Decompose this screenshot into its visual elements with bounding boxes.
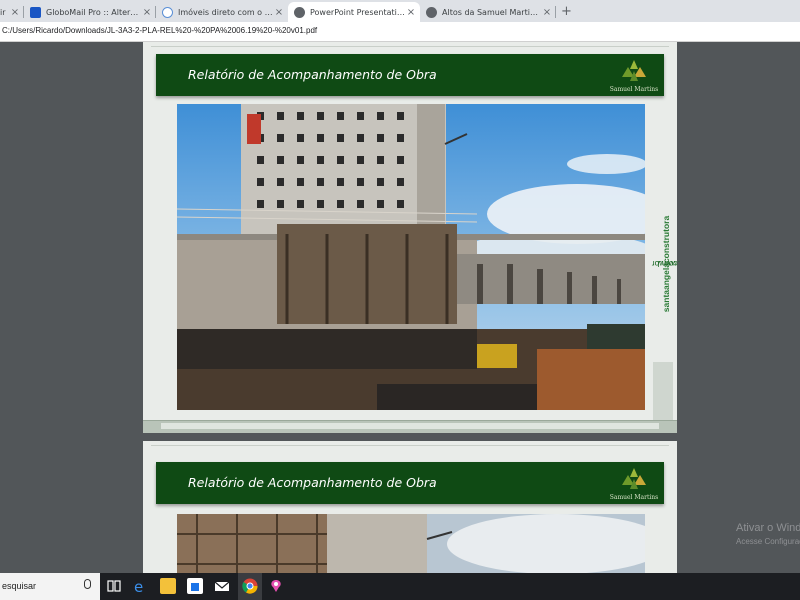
construction-photo [177, 514, 645, 576]
slide-banner: Relatório de Acompanhamento de Obra Samu… [156, 54, 664, 96]
pdf-page-2: Relatório de Acompanhamento de Obra Samu… [143, 441, 677, 576]
logo-text: Samuel Martins [609, 494, 659, 501]
tab-label: PowerPoint Presentation [310, 7, 406, 17]
task-view-icon[interactable] [106, 578, 122, 594]
globe-icon [294, 6, 305, 18]
close-tab-icon[interactable]: × [10, 7, 20, 18]
tab-label: Imóveis direto com o proprietário [178, 7, 274, 17]
taskbar: esquisar e [0, 573, 800, 600]
close-tab-icon[interactable]: × [406, 7, 416, 18]
mic-icon[interactable] [84, 579, 91, 589]
pdf-page-1: Relatório de Acompanhamento de Obra Samu… [143, 42, 680, 433]
decorative-strip [653, 362, 673, 422]
logo-icon [622, 60, 646, 81]
search-label: esquisar [2, 581, 37, 591]
tab-powerpoint[interactable]: PowerPoint Presentation × [288, 2, 420, 22]
chrome-icon[interactable] [242, 578, 258, 594]
company-website-vertical: www. santaangelaconstrutora .com.br [652, 164, 680, 364]
construction-photo [177, 104, 645, 410]
slide-title: Relatório de Acompanhamento de Obra [188, 475, 437, 490]
paint-icon[interactable] [268, 578, 284, 594]
edge-icon[interactable]: e [132, 578, 148, 596]
link-icon [162, 6, 173, 18]
address-bar[interactable]: C:/Users/Ricardo/Downloads/JL-3A3-2-PLA-… [0, 22, 800, 42]
close-tab-icon[interactable]: × [142, 7, 152, 18]
activation-watermark-title: Ativar o Windows [736, 522, 800, 534]
tab-label: ir [0, 7, 6, 17]
activation-watermark-subtitle: Acesse Configurações [736, 537, 800, 546]
slide-footer [143, 420, 677, 433]
slide-title: Relatório de Acompanhamento de Obra [188, 67, 437, 82]
taskbar-search[interactable]: esquisar [0, 573, 100, 600]
store-icon[interactable] [187, 578, 203, 594]
website-suffix: .com.br [651, 259, 681, 269]
tab-altos[interactable]: Altos da Samuel Martins - Santa × [420, 2, 556, 22]
tab-imoveis[interactable]: Imóveis direto com o proprietário × [156, 2, 288, 22]
file-explorer-icon[interactable] [160, 578, 176, 594]
svg-text:e: e [134, 578, 143, 594]
logo-text: Samuel Martins [609, 86, 659, 93]
slide-banner: Relatório de Acompanhamento de Obra Samu… [156, 462, 664, 504]
logo-icon [622, 468, 646, 489]
globomail-icon [30, 6, 41, 18]
tab-label: Altos da Samuel Martins - Santa [442, 7, 542, 17]
globe-icon [426, 6, 437, 18]
close-tab-icon[interactable]: × [274, 7, 284, 18]
tab-0[interactable]: ir × [0, 2, 24, 22]
samuel-martins-logo: Samuel Martins [608, 465, 660, 501]
close-tab-icon[interactable]: × [542, 7, 552, 18]
new-tab-button[interactable]: + [561, 4, 572, 19]
tab-label: GloboMail Pro :: Alteração de se [46, 7, 142, 17]
tab-globomail[interactable]: GloboMail Pro :: Alteração de se × [24, 2, 156, 22]
samuel-martins-logo: Samuel Martins [608, 57, 660, 93]
address-text[interactable]: C:/Users/Ricardo/Downloads/JL-3A3-2-PLA-… [2, 26, 317, 35]
mail-icon[interactable] [214, 578, 230, 594]
tab-strip: ir × GloboMail Pro :: Alteração de se × … [0, 0, 800, 22]
